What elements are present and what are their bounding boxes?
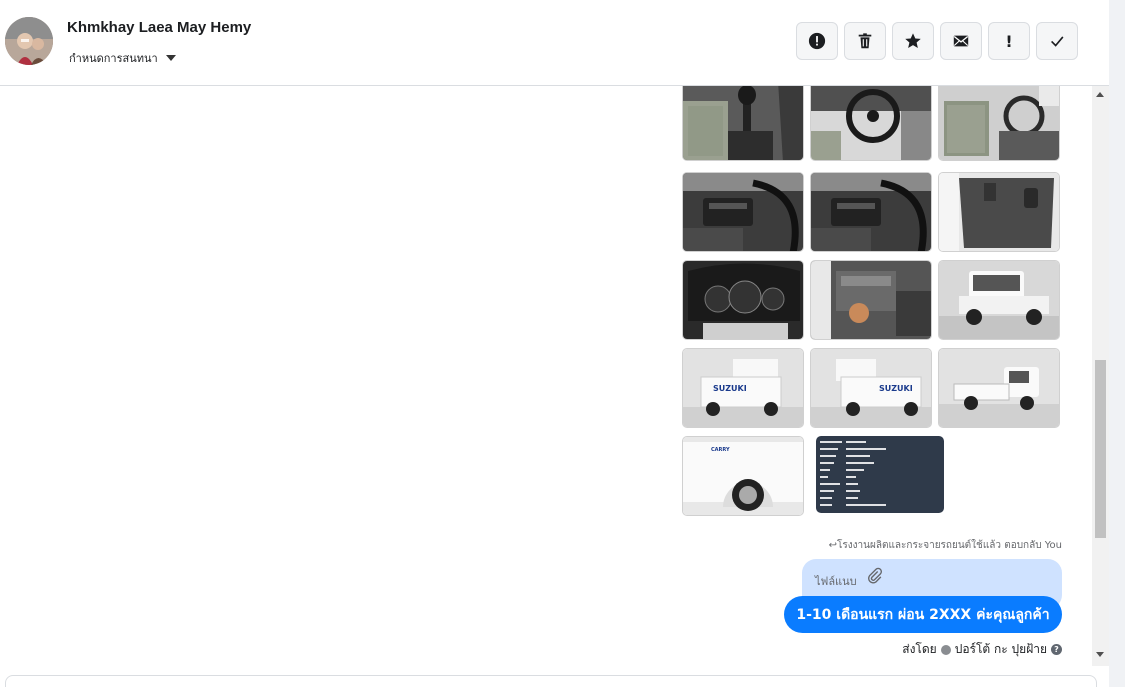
- user-badge-icon: [940, 644, 951, 655]
- scroll-down-arrow-icon[interactable]: [1096, 652, 1104, 657]
- sent-by-prefix: ส่งโดย: [902, 642, 937, 656]
- follow-up-button[interactable]: !: [988, 22, 1030, 60]
- photo-seat-interior[interactable]: [938, 86, 1060, 161]
- delete-button[interactable]: [844, 22, 886, 60]
- photo-steering-wheel-dash[interactable]: [810, 86, 932, 161]
- paperclip-icon: [866, 567, 884, 589]
- mark-unread-button[interactable]: [940, 22, 982, 60]
- trash-icon: [858, 33, 872, 49]
- photo-instrument-cluster[interactable]: [682, 260, 804, 340]
- scroll-up-arrow-icon[interactable]: [1096, 92, 1104, 97]
- caret-down-icon: [165, 55, 176, 61]
- photo-dashboard-center[interactable]: [810, 172, 932, 252]
- photo-truck-front-wheel[interactable]: CARRY: [682, 436, 804, 516]
- right-panel-edge: [1109, 0, 1125, 687]
- mark-done-button[interactable]: [1036, 22, 1078, 60]
- photo-door-panel[interactable]: [938, 172, 1060, 252]
- outgoing-message-bubble[interactable]: 1-10 เดือนแรก ผ่อน 2XXX ค่ะคุณลูกค้า: [784, 596, 1062, 633]
- scrollbar-thumb[interactable]: [1095, 360, 1106, 538]
- inbox-conversation-view: Khmkhay Laea May Hemy กำหนดการสนทนา ! SU…: [0, 0, 1125, 687]
- sent-by-name: ปอร์โต้ กะ ปุยฝ้าย: [954, 642, 1047, 656]
- star-icon: [905, 33, 921, 49]
- assign-label: กำหนดการสนทนา: [69, 52, 158, 65]
- photo-truck-rear-right[interactable]: SUZUKI: [810, 348, 932, 428]
- svg-text:SUZUKI: SUZUKI: [879, 384, 913, 393]
- reply-context-label: ↩โรงงานผลิตและกระจายรถยนต์ใช้แล้ว ตอบกลั…: [828, 540, 1062, 551]
- exclamation-icon: !: [1005, 31, 1013, 51]
- svg-text:CARRY: CARRY: [711, 447, 730, 453]
- photo-truck-side[interactable]: [938, 348, 1060, 428]
- checkmark-icon: [1051, 36, 1064, 47]
- envelope-icon: [953, 35, 969, 47]
- help-icon[interactable]: ?: [1051, 644, 1062, 655]
- photo-engine-bay[interactable]: [810, 260, 932, 340]
- photo-truck-front[interactable]: [938, 260, 1060, 340]
- svg-text:SUZUKI: SUZUKI: [713, 384, 747, 393]
- attachment-label: ไฟล์แนบ: [815, 575, 857, 588]
- message-thread[interactable]: SUZUKI SUZUKI CARRY ↩โรงงานผลิตและกระจาย…: [0, 86, 1092, 666]
- contact-name[interactable]: Khmkhay Laea May Hemy: [67, 19, 251, 36]
- conversation-header: Khmkhay Laea May Hemy กำหนดการสนทนา !: [0, 0, 1109, 86]
- alert-circle-icon: [808, 32, 826, 50]
- photo-gear-shifter[interactable]: [682, 86, 804, 161]
- photo-truck-rear-left[interactable]: SUZUKI: [682, 348, 804, 428]
- photo-dashboard-left[interactable]: [682, 172, 804, 252]
- action-toolbar: !: [796, 22, 1078, 60]
- sent-by-line: ส่งโดย ปอร์โต้ กะ ปุยฝ้าย ?: [902, 640, 1062, 659]
- assign-conversation-dropdown[interactable]: กำหนดการสนทนา: [69, 49, 176, 67]
- star-button[interactable]: [892, 22, 934, 60]
- mark-spam-button[interactable]: [796, 22, 838, 60]
- message-composer[interactable]: [5, 675, 1097, 687]
- photo-spec-sheet[interactable]: [816, 436, 944, 513]
- avatar[interactable]: [5, 17, 53, 65]
- thread-scrollbar[interactable]: [1092, 86, 1109, 666]
